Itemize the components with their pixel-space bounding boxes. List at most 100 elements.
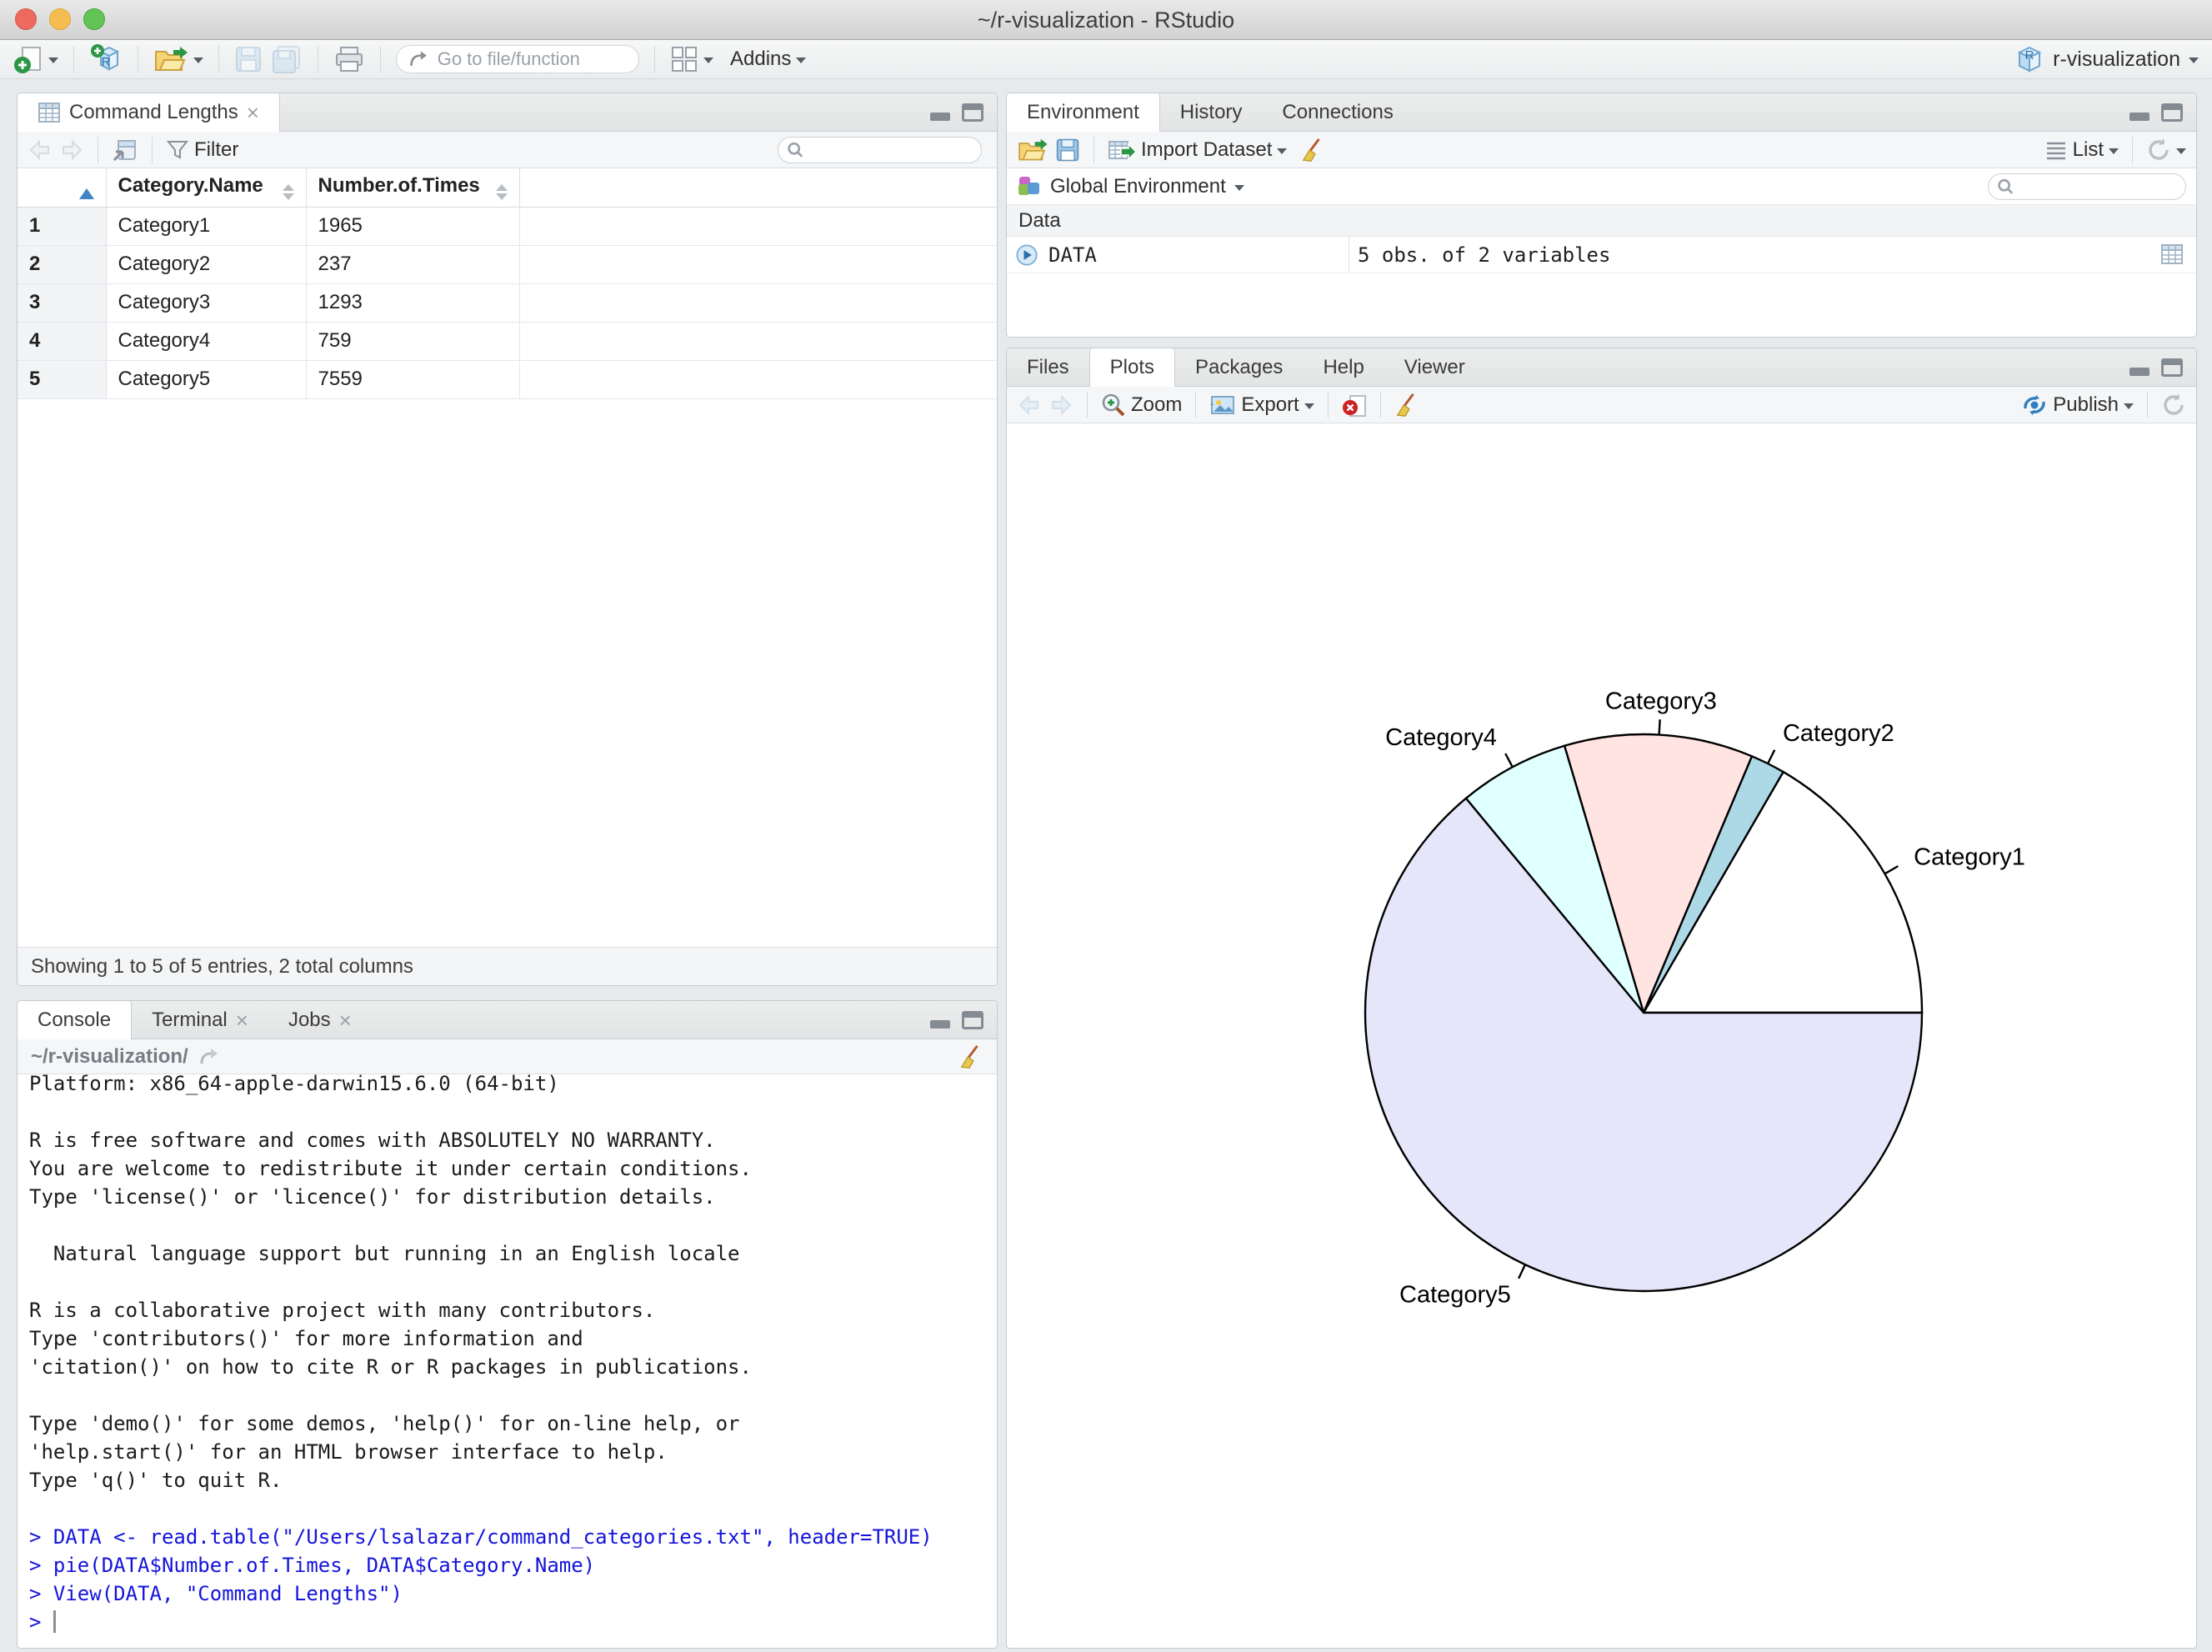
pie-label-tick bbox=[1504, 753, 1514, 768]
back-icon[interactable] bbox=[28, 139, 53, 161]
goto-file-input[interactable] bbox=[435, 48, 627, 71]
tab-plots[interactable]: Plots bbox=[1088, 348, 1176, 387]
expand-object-icon[interactable] bbox=[1015, 243, 1038, 267]
tab-help[interactable]: Help bbox=[1303, 348, 1384, 386]
previous-plot-icon[interactable] bbox=[1017, 394, 1042, 416]
table-row[interactable]: 5 Category5 7559 bbox=[18, 360, 997, 399]
minimize-pane-icon[interactable] bbox=[930, 1019, 950, 1029]
close-tab-icon[interactable]: × bbox=[339, 1009, 352, 1031]
environment-object-row[interactable]: DATA 5 obs. of 2 variables bbox=[1007, 237, 2196, 273]
addins-menu[interactable]: Addins bbox=[730, 48, 807, 71]
tab-packages[interactable]: Packages bbox=[1175, 348, 1303, 386]
table-row[interactable]: 3 Category3 1293 bbox=[18, 283, 997, 323]
tab-console[interactable]: Console bbox=[18, 1001, 133, 1039]
console-tabstrip: Console Terminal × Jobs × bbox=[18, 1001, 997, 1039]
goto-file-search[interactable] bbox=[396, 45, 639, 73]
environment-scope-label[interactable]: Global Environment bbox=[1050, 175, 1226, 198]
new-project-icon: R bbox=[91, 44, 120, 71]
publish-button[interactable]: Publish bbox=[2021, 393, 2134, 418]
tab-history[interactable]: History bbox=[1160, 93, 1263, 131]
row-number-header[interactable] bbox=[18, 168, 107, 208]
project-menu[interactable]: R r-visualization bbox=[2014, 45, 2199, 73]
refresh-plot-icon[interactable] bbox=[2161, 393, 2186, 418]
tab-environment[interactable]: Environment bbox=[1007, 93, 1160, 132]
environment-search[interactable] bbox=[1988, 173, 2186, 200]
pie-chart: Category1 Category2 Category3 Category4 Cate… bbox=[1364, 688, 2025, 1309]
tab-connections[interactable]: Connections bbox=[1262, 93, 1413, 131]
forward-icon[interactable] bbox=[59, 139, 84, 161]
close-tab-icon[interactable]: × bbox=[247, 102, 259, 123]
save-button[interactable] bbox=[234, 45, 263, 73]
print-button[interactable] bbox=[333, 45, 365, 73]
column-header-number-of-times[interactable]: Number.of.Times bbox=[306, 168, 520, 208]
tab-terminal[interactable]: Terminal × bbox=[132, 1001, 268, 1039]
close-tab-icon[interactable]: × bbox=[236, 1009, 248, 1031]
open-file-button[interactable] bbox=[153, 45, 203, 73]
plots-pane: Files Plots Packages Help Viewer Zoom Ex… bbox=[1006, 348, 2197, 1649]
list-view-menu[interactable]: List bbox=[2044, 138, 2119, 162]
refresh-caret-icon bbox=[2176, 148, 2186, 154]
clear-plots-broom-icon[interactable] bbox=[1394, 393, 1419, 418]
load-workspace-button[interactable] bbox=[1017, 138, 1048, 163]
main-toolbar: R Go to file/function Addins R r-visuali… bbox=[0, 40, 2212, 79]
maximize-pane-icon[interactable] bbox=[962, 1010, 983, 1029]
maximize-pane-icon[interactable] bbox=[2161, 103, 2183, 122]
pane-window-buttons bbox=[930, 1001, 997, 1039]
remove-plot-button[interactable] bbox=[1342, 393, 1367, 418]
tab-viewer[interactable]: Viewer bbox=[1384, 348, 1485, 386]
remove-plot-icon bbox=[1342, 394, 1366, 417]
table-row[interactable]: 4 Category4 759 bbox=[18, 322, 997, 361]
tab-command-lengths[interactable]: Command Lengths × bbox=[18, 93, 280, 132]
table-search-input[interactable] bbox=[810, 138, 973, 161]
popout-icon[interactable] bbox=[112, 138, 138, 163]
save-icon bbox=[236, 47, 261, 72]
new-project-button[interactable]: R bbox=[89, 43, 123, 75]
data-table: Category.Name Number.of.Times 1 Category1… bbox=[18, 168, 997, 399]
table-search[interactable] bbox=[778, 136, 982, 163]
environment-scope-caret-icon[interactable] bbox=[1234, 184, 1244, 191]
list-icon bbox=[2046, 142, 2065, 159]
environment-search-input[interactable] bbox=[2020, 175, 2177, 198]
maximize-pane-icon[interactable] bbox=[962, 103, 983, 122]
clear-environment-broom-icon[interactable] bbox=[1300, 138, 1325, 163]
filter-button[interactable]: Filter bbox=[166, 138, 238, 162]
minimize-pane-icon[interactable] bbox=[2129, 112, 2149, 121]
toolbar-separator bbox=[1093, 136, 1094, 163]
clear-console-broom-icon[interactable] bbox=[958, 1044, 983, 1069]
open-file-caret-icon[interactable] bbox=[193, 58, 203, 63]
zoom-plot-button[interactable]: Zoom bbox=[1101, 393, 1182, 418]
minimize-pane-icon[interactable] bbox=[2129, 367, 2149, 376]
new-file-button[interactable] bbox=[13, 44, 58, 74]
console-body[interactable]: Platform: x86_64-apple-darwin15.6.0 (64-… bbox=[18, 1074, 997, 1648]
pie-label: Category5 bbox=[1399, 1282, 1511, 1309]
console-prompt-line[interactable]: > bbox=[29, 1608, 997, 1636]
view-table-icon[interactable] bbox=[2159, 243, 2184, 270]
tab-files[interactable]: Files bbox=[1007, 348, 1089, 386]
pane-layout-button[interactable] bbox=[670, 45, 713, 73]
minimize-pane-icon[interactable] bbox=[930, 112, 950, 121]
cell-category-name: Category2 bbox=[106, 245, 307, 284]
new-file-caret-icon[interactable] bbox=[48, 58, 58, 63]
save-workspace-button[interactable] bbox=[1055, 138, 1080, 163]
next-plot-icon[interactable] bbox=[1048, 394, 1073, 416]
toolbar-separator bbox=[218, 46, 219, 73]
console-output-line: Type 'q()' to quit R. bbox=[29, 1469, 283, 1492]
import-dataset-button[interactable]: Import Dataset bbox=[1108, 138, 1288, 162]
pane-layout-caret-icon[interactable] bbox=[703, 58, 713, 63]
open-in-window-icon[interactable] bbox=[198, 1047, 220, 1067]
save-all-button[interactable] bbox=[271, 45, 303, 73]
sort-toggle-icon bbox=[282, 184, 294, 201]
table-row[interactable]: 1 Category1 1965 bbox=[18, 207, 997, 246]
table-row[interactable]: 2 Category2 237 bbox=[18, 245, 997, 284]
column-header-category-name[interactable]: Category.Name bbox=[106, 168, 307, 208]
save-all-icon bbox=[273, 46, 300, 73]
export-plot-menu[interactable]: Export bbox=[1209, 393, 1314, 417]
tab-jobs[interactable]: Jobs × bbox=[268, 1001, 372, 1039]
maximize-pane-icon[interactable] bbox=[2161, 358, 2183, 377]
toolbar-separator bbox=[2132, 136, 2133, 163]
refresh-button[interactable] bbox=[2146, 138, 2186, 163]
new-file-icon bbox=[14, 47, 41, 73]
cell-number-of-times: 759 bbox=[306, 322, 520, 361]
